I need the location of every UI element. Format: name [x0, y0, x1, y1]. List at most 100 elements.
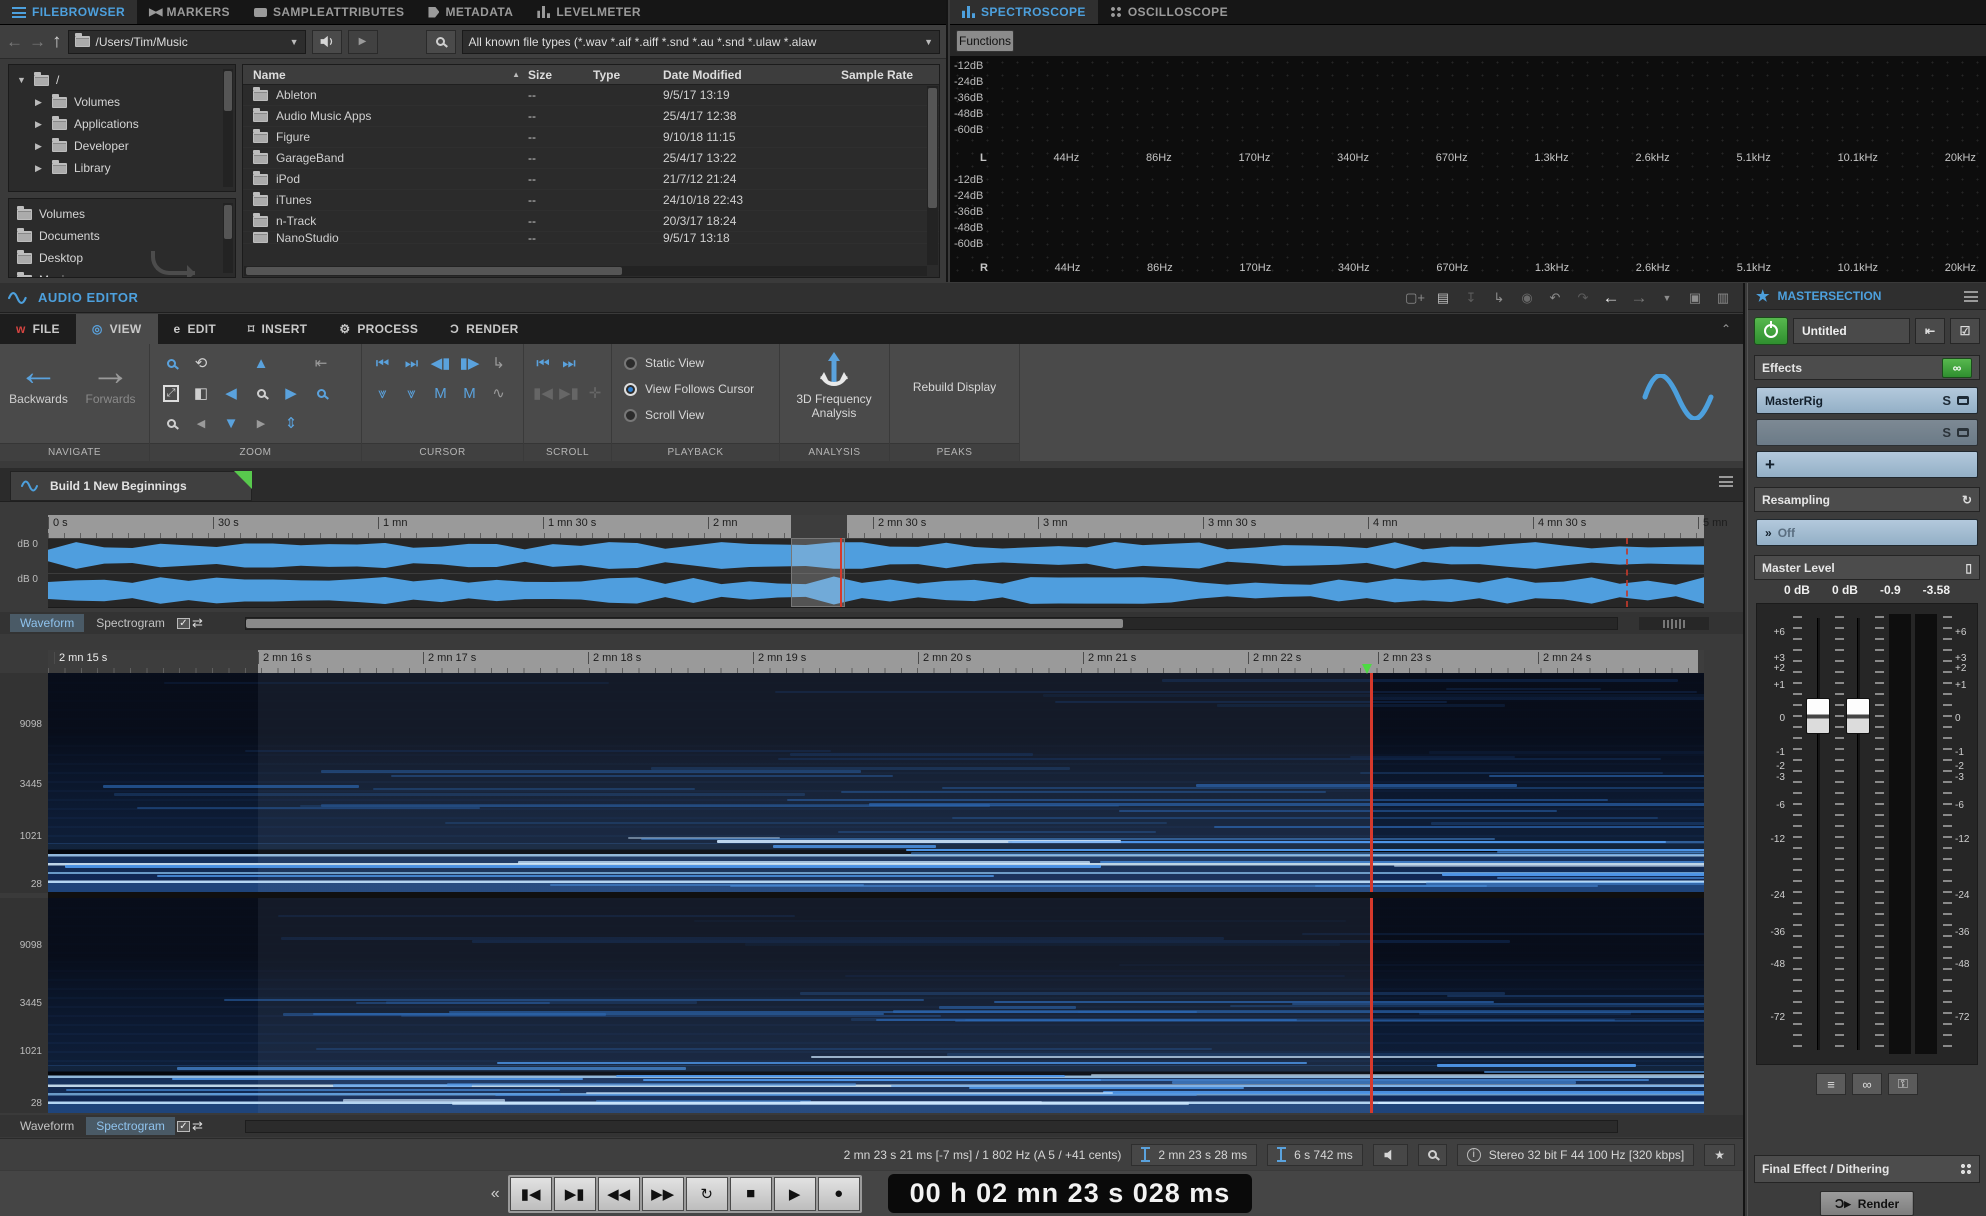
zoom-reset-icon[interactable]: ⟲ — [195, 354, 208, 372]
tab-insert[interactable]: ⌑INSERT — [232, 314, 323, 344]
expander-icon[interactable]: ▶ — [35, 163, 45, 174]
redo-icon[interactable]: ↷ — [1571, 290, 1595, 306]
tab-render[interactable]: ƆRENDER — [434, 314, 534, 344]
swap-views-icon[interactable]: ⇄ — [192, 615, 203, 631]
effect-slot-1[interactable]: MasterRig S — [1756, 387, 1978, 414]
selection-length[interactable]: 6 s 742 ms — [1267, 1144, 1363, 1166]
scroll-center-icon[interactable]: ✛ — [589, 384, 602, 402]
shortcut-volumes[interactable]: Volumes — [9, 203, 235, 225]
forward-button[interactable]: → — [29, 32, 46, 52]
zoom-audition-icon[interactable] — [167, 419, 176, 428]
rewind-button[interactable]: ◀◀ — [598, 1177, 640, 1211]
tree-root[interactable]: ▼ / — [9, 69, 235, 91]
zoom-out-vertical-icon[interactable]: ▼ — [224, 415, 239, 432]
stop-button[interactable]: ■ — [730, 1177, 772, 1211]
file-row[interactable]: Figure -- 9/10/18 11:15 — [243, 127, 939, 148]
expander-icon[interactable]: ▶ — [35, 141, 45, 152]
tab-markers[interactable]: ▶◀ MARKERS — [137, 0, 242, 24]
add-effect-slot[interactable]: + — [1756, 451, 1978, 478]
bypass-icon[interactable] — [1957, 396, 1969, 405]
play-file-button[interactable]: ▶ — [348, 30, 378, 54]
cursor-marker-left-icon[interactable]: M — [434, 385, 447, 402]
file-row[interactable]: iTunes -- 24/10/18 22:43 — [243, 190, 939, 211]
up-folder-button[interactable]: ↑ — [52, 31, 62, 53]
record-icon[interactable]: ◉ — [1515, 290, 1539, 306]
preset-field[interactable]: Untitled — [1793, 318, 1910, 344]
expander-open-icon[interactable]: ▼ — [17, 75, 27, 85]
zoom-widget[interactable] — [1639, 617, 1709, 630]
column-size[interactable]: Size — [528, 68, 593, 82]
document-tab[interactable]: Build 1 New Beginnings — [10, 471, 252, 501]
tree-item-developer[interactable]: ▶ Developer — [9, 135, 235, 157]
cursor-prev-icon[interactable]: ◀▮ — [431, 354, 451, 372]
cursor-sel-start-icon[interactable]: ⩔ — [378, 385, 386, 402]
zoom-in-horizontal-icon[interactable]: ▶ — [285, 384, 297, 402]
radio-view-follows-cursor[interactable]: View Follows Cursor — [624, 376, 779, 402]
undo-icon[interactable]: ↶ — [1543, 290, 1567, 306]
master-power-button[interactable] — [1754, 317, 1788, 345]
preset-options-button[interactable]: ☑ — [1950, 318, 1980, 344]
backwards-button[interactable]: ← Backwards — [3, 344, 75, 443]
tab-spectroscope[interactable]: SPECTROSCOPE — [950, 0, 1098, 24]
solo-icon[interactable]: S — [1942, 393, 1951, 408]
file-row[interactable]: GarageBand -- 25/4/17 13:22 — [243, 148, 939, 169]
time-display[interactable]: 00 h 02 mn 23 s 028 ms — [888, 1174, 1253, 1213]
path-dropdown[interactable]: /Users/Tim/Music ▼ — [68, 30, 306, 54]
spectrogram-channel-left[interactable] — [48, 673, 1704, 892]
tab-process[interactable]: ⚙PROCESS — [323, 314, 434, 344]
open-folder-icon[interactable]: ▤ — [1431, 290, 1455, 306]
cursor-sel-end-icon[interactable]: ⩔ — [407, 385, 415, 402]
swap-views-icon[interactable]: ⇄ — [192, 1118, 203, 1134]
main-time-ruler[interactable]: 2 mn 15 s 2 mn 16 s 2 mn 17 s 2 mn 18 s … — [48, 650, 1704, 673]
file-row[interactable]: Audio Music Apps -- 25/4/17 12:38 — [243, 106, 939, 127]
nav-back-icon[interactable]: ← — [1599, 288, 1623, 308]
file-row[interactable]: iPod -- 21/7/12 21:24 — [243, 169, 939, 190]
sync-check-icon[interactable]: ✓ — [177, 1121, 190, 1132]
view-range-ruler-segment[interactable] — [791, 515, 847, 538]
resampling-header[interactable]: Resampling ↻ — [1754, 487, 1980, 512]
unlock-button[interactable]: ⚿ — [1888, 1073, 1918, 1095]
tab-waveform[interactable]: Waveform — [10, 1117, 84, 1135]
zoom-small-left-icon[interactable]: ◀ — [197, 417, 205, 430]
zoom-time-icon[interactable] — [317, 389, 326, 398]
cursor-next-icon[interactable]: ▮▶ — [460, 354, 480, 372]
edit-cursor-time[interactable]: 2 mn 23 s 28 ms — [1131, 1144, 1257, 1166]
play-button[interactable]: ▶ — [774, 1177, 816, 1211]
save-as-icon[interactable]: ↳ — [1487, 290, 1511, 306]
nav-forward-icon[interactable]: → — [1627, 288, 1651, 308]
effects-header[interactable]: Effects ∞ — [1754, 355, 1980, 380]
file-type-filter[interactable]: All known file types (*.wav *.aif *.aiff… — [462, 30, 941, 54]
expander-icon[interactable]: ▶ — [35, 119, 45, 130]
tab-metadata[interactable]: METADATA — [416, 0, 525, 24]
zoom-selection-icon[interactable] — [167, 359, 176, 368]
tab-sample-attributes[interactable]: SAMPLEATTRIBUTES — [242, 0, 417, 24]
file-format-info[interactable]: i Stereo 32 bit F 44 100 Hz [320 kbps] — [1457, 1144, 1694, 1166]
functions-button[interactable]: Functions — [956, 30, 1014, 52]
final-effect-header[interactable]: Final Effect / Dithering — [1754, 1155, 1980, 1183]
resampling-slot[interactable]: » Off — [1756, 519, 1978, 546]
render-button[interactable]: Ɔ▸ Render — [1820, 1191, 1914, 1216]
fast-forward-button[interactable]: ▶▶ — [642, 1177, 684, 1211]
scroll-sel-icon[interactable]: ▶▮ — [559, 384, 579, 402]
zoom-center-icon[interactable]: ◧ — [194, 384, 208, 402]
zoom-status-button[interactable] — [1418, 1144, 1447, 1166]
sync-check-icon[interactable]: ✓ — [177, 618, 190, 629]
zoom-small-right-icon[interactable]: ▶ — [257, 417, 265, 430]
loop-button[interactable]: ↻ — [686, 1177, 728, 1211]
tab-file[interactable]: wFILE — [0, 314, 76, 344]
link-faders-button[interactable]: ∞ — [1852, 1073, 1882, 1095]
spectrogram-channel-right[interactable] — [48, 898, 1704, 1113]
overview-time-ruler[interactable]: 0 s 30 s 1 mn 1 mn 30 s 2 mn 2 mn 30 s 3… — [48, 515, 1704, 538]
panel-menu-icon[interactable] — [1964, 291, 1978, 302]
tab-view[interactable]: ◎VIEW — [76, 314, 158, 344]
back-button[interactable]: ← — [6, 32, 23, 52]
tab-waveform[interactable]: Waveform — [10, 614, 84, 632]
view-range-box[interactable] — [791, 538, 845, 607]
tab-spectrogram[interactable]: Spectrogram — [86, 1117, 175, 1135]
zoom-in-vertical-icon[interactable]: ▲ — [254, 355, 269, 372]
main-hscrollbar[interactable] — [245, 1120, 1618, 1133]
cursor-zero-crossing-icon[interactable]: ∿ — [492, 384, 505, 402]
go-start-button[interactable]: ▮◀ — [510, 1177, 552, 1211]
cursor-marker-right-icon[interactable]: M — [463, 385, 476, 402]
dropdown-icon[interactable]: ▼ — [1655, 293, 1679, 303]
